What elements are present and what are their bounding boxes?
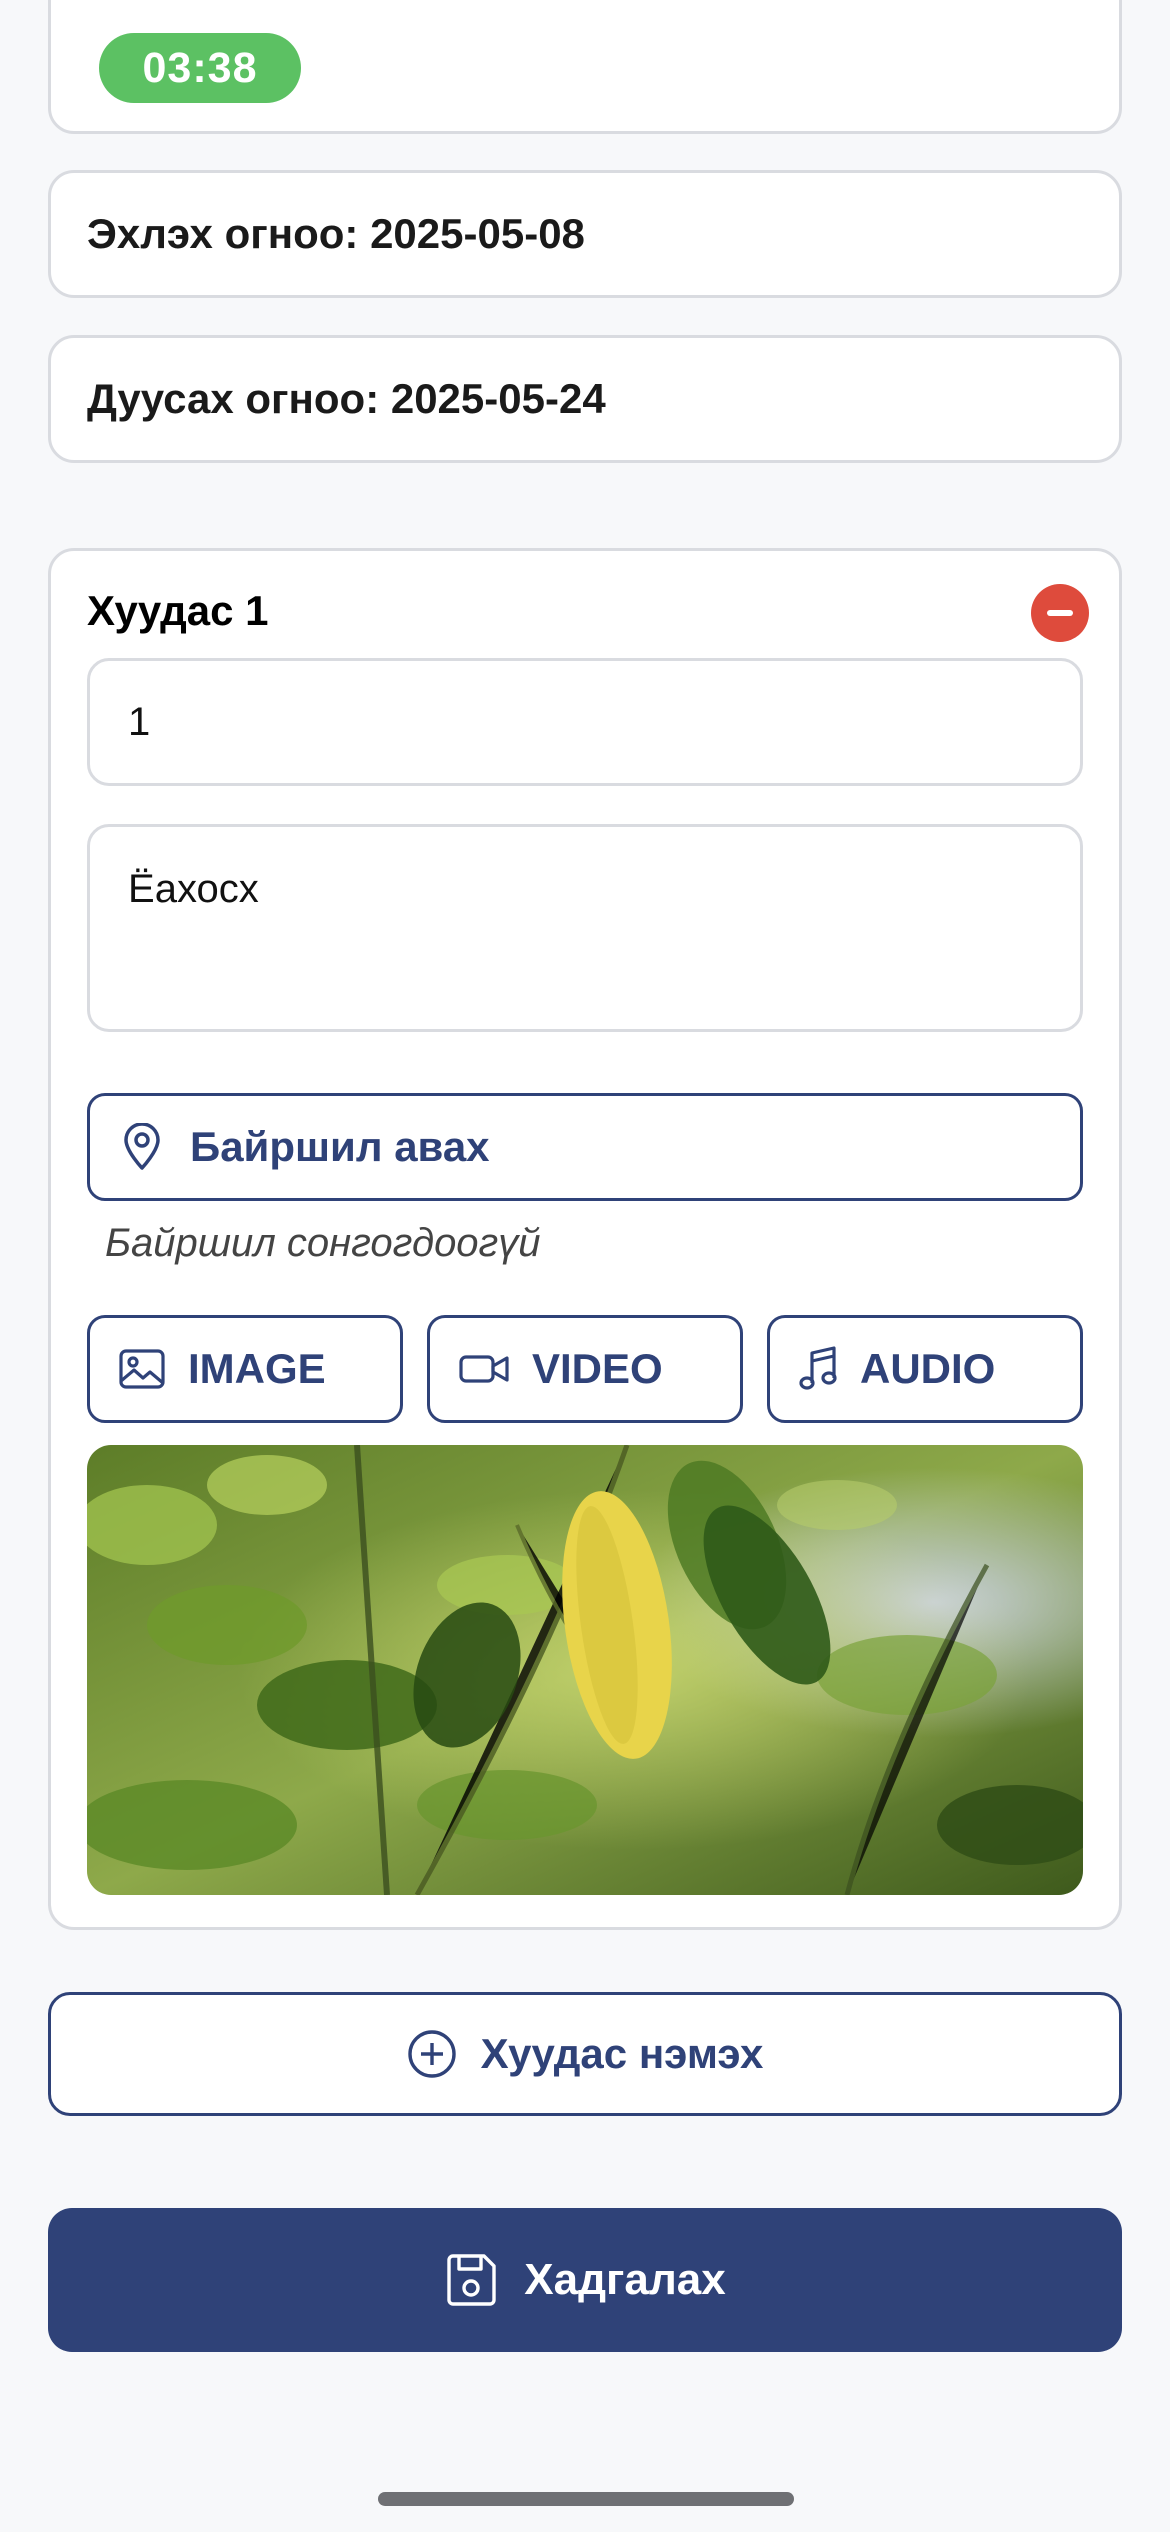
add-image-button[interactable]: IMAGE: [87, 1315, 403, 1423]
music-note-icon: [798, 1345, 838, 1393]
end-date-label: Дуусах огноо: 2025-05-24: [87, 375, 606, 422]
timer-badge: 03:38: [99, 33, 301, 103]
edit-story-screen: 03:38 Эхлэх огноо: 2025-05-08 Дуусах огн…: [0, 0, 1170, 2532]
home-indicator: [378, 2492, 794, 2506]
page-title: Хуудас 1: [87, 587, 269, 634]
location-status: Байршил сонгогдоогүй: [105, 1221, 541, 1265]
start-date-label: Эхлэх огноо: 2025-05-08: [87, 210, 585, 257]
save-label: Хадгалах: [524, 2255, 726, 2304]
floppy-disk-icon: [444, 2252, 498, 2308]
add-page-label: Хуудас нэмэх: [480, 2030, 764, 2077]
add-page-button[interactable]: Хуудас нэмэх: [48, 1992, 1122, 2116]
map-pin-icon: [122, 1123, 162, 1171]
page-number-input[interactable]: 1: [87, 658, 1083, 786]
image-icon: [118, 1348, 166, 1390]
video-camera-icon: [458, 1352, 510, 1386]
end-date-field[interactable]: Дуусах огноо: 2025-05-24: [48, 335, 1122, 463]
save-button[interactable]: Хадгалах: [48, 2208, 1122, 2352]
start-date-field[interactable]: Эхлэх огноо: 2025-05-08: [48, 170, 1122, 298]
page-text-area[interactable]: Ёахосх: [87, 824, 1083, 1032]
add-audio-label: AUDIO: [860, 1345, 996, 1392]
add-video-label: VIDEO: [532, 1345, 663, 1392]
page-text-value: Ёахосх: [128, 867, 259, 911]
page-number-value: 1: [128, 699, 151, 744]
add-image-label: IMAGE: [188, 1345, 326, 1392]
add-audio-button[interactable]: AUDIO: [767, 1315, 1083, 1423]
attached-photo[interactable]: [87, 1445, 1083, 1895]
timer-card: 03:38: [48, 0, 1122, 134]
get-location-label: Байршил авах: [190, 1123, 490, 1170]
remove-page-button[interactable]: [1031, 584, 1089, 642]
get-location-button[interactable]: Байршил авах: [87, 1093, 1083, 1201]
minus-icon: [1047, 610, 1073, 616]
plus-circle-icon: [407, 2029, 457, 2079]
page-card: Хуудас 1 1 Ёахосх Байршил авах Байршил с…: [48, 548, 1122, 1930]
add-video-button[interactable]: VIDEO: [427, 1315, 743, 1423]
